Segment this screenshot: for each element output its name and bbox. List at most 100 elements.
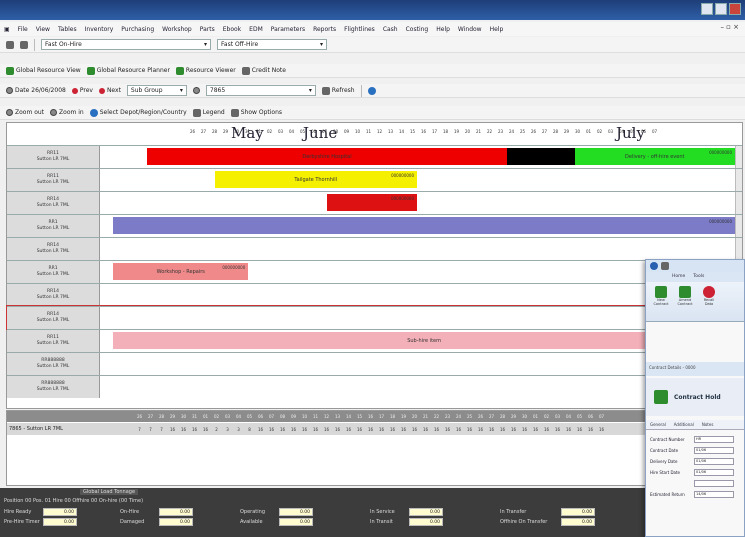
ribbon-tab[interactable]: Home — [672, 272, 685, 282]
menu-item[interactable]: Workshop — [162, 26, 192, 33]
resource-label[interactable]: RR14 Sutton LR 7ML — [7, 192, 100, 214]
booking-bar[interactable]: Delivery - off-hire event 000000000 — [574, 148, 735, 165]
on-hire-combo[interactable]: Fast On-Hire ▾ — [41, 39, 211, 50]
contract-field-input[interactable]: HR — [694, 436, 734, 443]
show-options-button[interactable]: Show Options — [230, 108, 282, 117]
ribbon-tab[interactable]: Tools — [693, 272, 704, 282]
menu-item[interactable]: Flightlines — [344, 26, 375, 33]
status-field: On-Hire 0.00 — [120, 508, 193, 516]
global-resource-planner-button[interactable]: Global Resource Planner — [86, 66, 170, 75]
contract-field-input[interactable] — [694, 480, 734, 487]
contract-tab[interactable]: Notes — [702, 420, 714, 429]
menu-item[interactable]: Help — [436, 26, 450, 33]
day-tick-label: 04 — [618, 129, 625, 134]
booking-bar[interactable]: Workshop - Repairs 000000000 — [113, 263, 249, 280]
date-button[interactable]: Date 26/06/2008 — [6, 87, 66, 94]
capacity-value: 7 — [138, 426, 141, 432]
contract-field-input[interactable]: 14/06 — [694, 491, 734, 498]
capacity-row[interactable]: 7865 - Sutton LR 7ML 7 7 7 16 16 16 16 2 3 3 8 16 16… — [7, 423, 742, 435]
menu-item[interactable]: Ebook — [223, 26, 241, 33]
global-resource-view-button[interactable]: Global Resource View — [6, 66, 81, 75]
next-button[interactable]: Next — [98, 87, 121, 94]
app-orb-icon[interactable] — [650, 262, 658, 270]
menu-item[interactable]: Purchasing — [121, 26, 154, 33]
booking-bar[interactable]: 000000000 — [113, 217, 735, 234]
day-tick-label: 01 — [585, 129, 592, 134]
resource-row[interactable]: RR14 Sutton LR 7ML — [6, 305, 743, 330]
resource-label[interactable]: RR888888 Sutton LR 7ML — [7, 376, 100, 398]
resource-label[interactable]: RR14 Sutton LR 7ML — [7, 307, 100, 329]
menu-item[interactable]: Cash — [383, 26, 398, 33]
capacity-value: 16 — [499, 426, 506, 432]
resource-label[interactable]: RR1 Sutton LR 7ML — [7, 261, 100, 283]
save-icon[interactable] — [661, 262, 669, 270]
day-tick-label: 03 — [607, 129, 614, 134]
ribbon-button[interactable]: Amend Contract — [676, 286, 694, 317]
maximize-button[interactable] — [715, 3, 727, 15]
mdi-window-buttons[interactable]: – ▫ × — [720, 23, 739, 31]
day-tick-label: 20 — [464, 129, 471, 134]
credit-note-button[interactable]: Credit Note — [241, 66, 286, 75]
resource-row[interactable]: RR888888 Sutton LR 7ML — [7, 375, 742, 398]
legend-button[interactable]: Legend — [192, 108, 225, 117]
menu-item[interactable]: Help — [490, 26, 504, 33]
minimize-button[interactable] — [701, 3, 713, 15]
zoom-out-button[interactable]: Zoom out — [6, 109, 44, 116]
resource-label[interactable]: RR11 Sutton LR 7ML — [7, 146, 100, 168]
menu-item[interactable]: Tables — [58, 26, 77, 33]
close-button[interactable] — [729, 3, 741, 15]
menu-item[interactable]: Costing — [406, 26, 429, 33]
resource-row[interactable]: RR888888 Sutton LR 7ML — [7, 352, 742, 375]
refresh-button[interactable]: Refresh — [321, 86, 355, 95]
resource-label[interactable]: RR1 Sutton LR 7ML — [7, 215, 100, 237]
ribbon-button[interactable]: Recall Data — [700, 286, 718, 317]
contract-tab[interactable]: General — [650, 420, 666, 429]
off-hire-combo[interactable]: Fast Off-Hire ▾ — [217, 39, 327, 50]
resource-viewer-button[interactable]: Resource Viewer — [175, 66, 236, 75]
contract-field-input[interactable]: 01/06 — [694, 458, 734, 465]
sub-group-combo[interactable]: Sub Group ▾ — [126, 85, 187, 96]
capacity-day-label: 04 — [565, 414, 572, 419]
prev-button[interactable]: Prev — [71, 87, 93, 94]
capacity-day-label: 06 — [257, 414, 264, 419]
booking-bar[interactable] — [507, 148, 575, 165]
select-depot-button[interactable]: Select Depot/Region/Country — [89, 108, 187, 117]
contract-field-input[interactable]: 01/06 — [694, 469, 734, 476]
zoom-in-button[interactable]: Zoom in — [50, 109, 84, 116]
day-tick-label: 06 — [640, 129, 647, 134]
menu-item[interactable]: Window — [458, 26, 482, 33]
status-field: Hire Ready 0.00 — [4, 508, 77, 516]
menu-item[interactable]: EDM — [249, 26, 263, 33]
window-titlebar — [0, 0, 745, 20]
booking-bar[interactable]: Derbyshire Hospital — [147, 148, 507, 165]
lock-icon[interactable] — [6, 40, 14, 49]
menu-item[interactable]: Inventory — [85, 26, 114, 33]
globe-icon[interactable] — [367, 86, 376, 95]
booking-bar[interactable]: Sub-hire item — [113, 332, 735, 349]
ribbon-button[interactable]: New Contract — [652, 286, 670, 317]
resource-label[interactable]: RR888888 Sutton LR 7ML — [7, 353, 100, 375]
app-icon[interactable]: ▣ — [4, 26, 10, 33]
resource-row[interactable]: RR14 Sutton LR 7ML — [7, 283, 742, 306]
search-combo[interactable]: 7865 ▾ — [205, 85, 316, 96]
menu-item[interactable]: Parameters — [271, 26, 305, 33]
menu-item[interactable]: Reports — [313, 26, 336, 33]
resource-label[interactable]: RR11 Sutton LR 7ML — [7, 330, 100, 352]
search-button[interactable] — [192, 87, 200, 94]
capacity-day-label: 18 — [389, 414, 396, 419]
calendar-icon[interactable] — [20, 40, 28, 49]
menu-item[interactable]: View — [36, 26, 50, 33]
resource-label[interactable]: RR14 Sutton LR 7ML — [7, 284, 100, 306]
toolbar-views: Global Resource View Global Resource Pla… — [0, 64, 745, 78]
contract-field-input[interactable]: 01/06 — [694, 447, 734, 454]
menu-item[interactable]: File — [18, 26, 28, 33]
day-tick-label: 07 — [321, 129, 328, 134]
booking-bar[interactable]: 000000000 — [327, 194, 417, 211]
contract-tab[interactable]: Additional — [674, 420, 694, 429]
booking-bar[interactable]: Tailgate Thornhill 000000000 — [214, 171, 417, 188]
resource-row[interactable]: RR14 Sutton LR 7ML — [7, 237, 742, 260]
capacity-value: 16 — [521, 426, 528, 432]
resource-label[interactable]: RR14 Sutton LR 7ML — [7, 238, 100, 260]
menu-item[interactable]: Parts — [200, 26, 215, 33]
resource-label[interactable]: RR11 Sutton LR 7ML — [7, 169, 100, 191]
